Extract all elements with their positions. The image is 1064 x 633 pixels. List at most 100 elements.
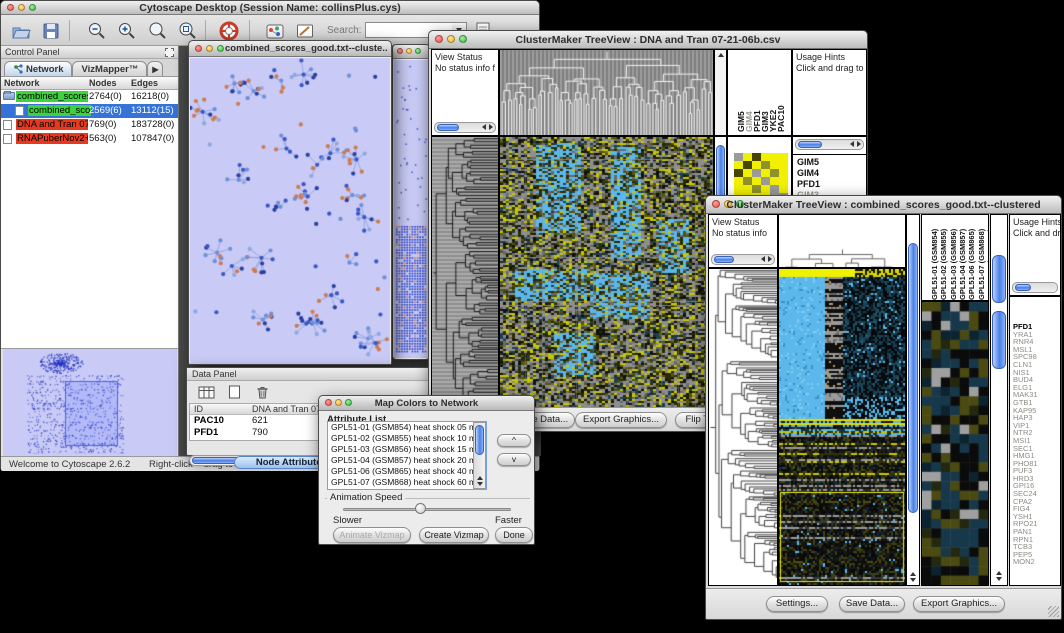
zoom-matrix-cell[interactable]: [743, 161, 752, 169]
animate-vizmap-button[interactable]: Animate Vizmap: [333, 527, 411, 543]
column-label[interactable]: GPL51-08 (GSM872): [986, 216, 989, 300]
column-label[interactable]: PAC10: [776, 92, 786, 132]
zoom-matrix-cell[interactable]: [770, 169, 779, 177]
zoom-matrix-cell[interactable]: [770, 185, 779, 193]
tab-network[interactable]: Network: [4, 61, 72, 76]
zoom-matrix-cell[interactable]: [761, 169, 770, 177]
attribute-item[interactable]: GPL51-06 (GSM865) heat shock 40 min: [328, 466, 486, 477]
column-label[interactable]: GPL51-06 (GSM865): [967, 216, 977, 300]
new-attribute-button[interactable]: [223, 383, 245, 401]
zoom-matrix-cell[interactable]: [761, 185, 770, 193]
select-attributes-button[interactable]: [195, 383, 217, 401]
zoom-matrix-cell[interactable]: [743, 185, 752, 193]
attribute-list-scrollbar[interactable]: [473, 422, 486, 489]
attribute-item[interactable]: GPL51-04 (GSM857) heat shock 20 min: [328, 455, 486, 466]
network-view-titlebar[interactable]: combined_scores_good.txt--cluste...: [189, 41, 391, 57]
zoom-matrix-cell[interactable]: [770, 177, 779, 185]
zoom-matrix-cell[interactable]: [743, 177, 752, 185]
background-network-window[interactable]: [392, 44, 430, 360]
zoom-heatmap-canvas[interactable]: [922, 302, 988, 585]
zoom-matrix-cell[interactable]: [770, 161, 779, 169]
attribute-item[interactable]: GPL51-03 (GSM856) heat shock 15 min: [328, 444, 486, 455]
scroll-up-icon[interactable]: [910, 572, 916, 576]
zoom-out-button[interactable]: [85, 19, 109, 43]
save-button[interactable]: [39, 19, 63, 43]
scroll-up-icon[interactable]: [996, 571, 1002, 575]
gene-label[interactable]: MON2: [1010, 558, 1060, 566]
scrollbar-thumb[interactable]: [798, 141, 822, 148]
tv2-row-dendrogram[interactable]: [708, 268, 778, 586]
zoom-matrix-cell[interactable]: [770, 153, 779, 161]
tv2-zoom-vscrollbar[interactable]: [990, 214, 1008, 586]
scroll-down-icon[interactable]: [996, 577, 1002, 581]
attribute-list[interactable]: GPL51-01 (GSM854) heat shock 05 minGPL51…: [327, 421, 487, 490]
zoom-matrix-cell[interactable]: [779, 169, 788, 177]
tv2-zoom-heatmap[interactable]: [921, 301, 989, 586]
network-row[interactable]: RNAPuberNov2+ 563(0) 107847(0): [1, 132, 178, 146]
close-button[interactable]: [195, 45, 202, 52]
row-dendrogram-canvas[interactable]: [432, 137, 498, 408]
attribute-item[interactable]: GPL51-07 (GSM868) heat shock 60 min: [328, 477, 486, 488]
gene-label[interactable]: GIM5: [793, 157, 866, 168]
tab-overflow-arrow[interactable]: ▶: [147, 61, 163, 76]
zoom-matrix-cell[interactable]: [734, 177, 743, 185]
zoom-matrix-cell[interactable]: [779, 161, 788, 169]
tab-vizmapper[interactable]: VizMapper™: [72, 61, 147, 76]
scrollbar-thumb[interactable]: [1015, 284, 1031, 291]
treeview1-titlebar[interactable]: ClusterMaker TreeView : DNA and Tran 07-…: [429, 31, 867, 49]
export-graphics-button[interactable]: Export Graphics...: [913, 596, 1005, 612]
export-graphics-button[interactable]: Export Graphics...: [575, 412, 667, 428]
treeview2-titlebar[interactable]: ClusterMaker TreeView : combined_scores_…: [706, 196, 1061, 214]
scroll-down-icon[interactable]: [477, 482, 483, 486]
zoom-in-button[interactable]: [115, 19, 139, 43]
zoom-matrix-cell[interactable]: [761, 177, 770, 185]
done-button[interactable]: Done: [495, 527, 533, 543]
birdseye-canvas[interactable]: [3, 349, 173, 454]
global-heatmap-canvas[interactable]: [779, 269, 905, 585]
zoom-matrix-cell[interactable]: [743, 153, 752, 161]
tv1-status-scrollbar[interactable]: [434, 122, 496, 133]
zoom-matrix-cell[interactable]: [752, 161, 761, 169]
delete-attribute-button[interactable]: [251, 383, 273, 401]
zoom-selected-button[interactable]: [145, 19, 169, 43]
zoom-matrix-cell[interactable]: [734, 153, 743, 161]
minimize-button[interactable]: [406, 48, 412, 54]
minimize-button[interactable]: [206, 45, 213, 52]
dialog-titlebar[interactable]: Map Colors to Network: [319, 396, 534, 411]
col-nodes[interactable]: Nodes: [89, 78, 117, 88]
tv1-heatmap[interactable]: [499, 136, 714, 409]
zoom-matrix-cell[interactable]: [752, 185, 761, 193]
zoom-matrix-cell[interactable]: [734, 185, 743, 193]
scroll-right-icon[interactable]: [857, 141, 861, 147]
scrollbar-thumb[interactable]: [437, 124, 459, 131]
network-row[interactable]: combined_scores 2764(0) 16218(0): [1, 90, 178, 104]
main-titlebar[interactable]: Cytoscape Desktop (Session Name: collins…: [1, 1, 539, 15]
zoom-matrix-cell[interactable]: [734, 161, 743, 169]
tv2-status-scrollbar[interactable]: [711, 254, 775, 265]
column-dendrogram-canvas[interactable]: [500, 50, 713, 135]
zoom-matrix-cell[interactable]: [779, 185, 788, 193]
tv1-col-scroll-strip[interactable]: [714, 49, 727, 136]
scroll-down-icon[interactable]: [910, 578, 916, 582]
zoom-matrix-cell[interactable]: [752, 153, 761, 161]
zoom-matrix-cell[interactable]: [734, 169, 743, 177]
col-edges[interactable]: Edges: [131, 78, 158, 88]
background-window-titlebar[interactable]: [393, 45, 429, 59]
scroll-up-icon[interactable]: [477, 476, 483, 480]
scroll-right-icon[interactable]: [768, 256, 772, 262]
scroll-up-icon[interactable]: [718, 53, 724, 57]
scrollbar-thumb[interactable]: [908, 243, 918, 513]
move-down-button[interactable]: v: [497, 453, 531, 466]
close-button[interactable]: [397, 48, 403, 54]
column-label[interactable]: GPL51-07 (GSM868): [977, 216, 987, 300]
scroll-left-icon[interactable]: [850, 141, 854, 147]
zoom-matrix-cell[interactable]: [761, 153, 770, 161]
column-dendrogram-canvas[interactable]: [779, 215, 905, 267]
network-row[interactable]: combined_sco 2569(6) 13112(15): [1, 104, 178, 118]
attribute-item[interactable]: GPL51-02 (GSM855) heat shock 10 min: [328, 433, 486, 444]
row-dendrogram-canvas[interactable]: [709, 269, 777, 585]
zoom-button[interactable]: [217, 45, 224, 52]
tv1-row-dendrogram[interactable]: [431, 136, 499, 409]
zoom-matrix-cell[interactable]: [743, 169, 752, 177]
float-panel-icon[interactable]: [165, 48, 174, 57]
